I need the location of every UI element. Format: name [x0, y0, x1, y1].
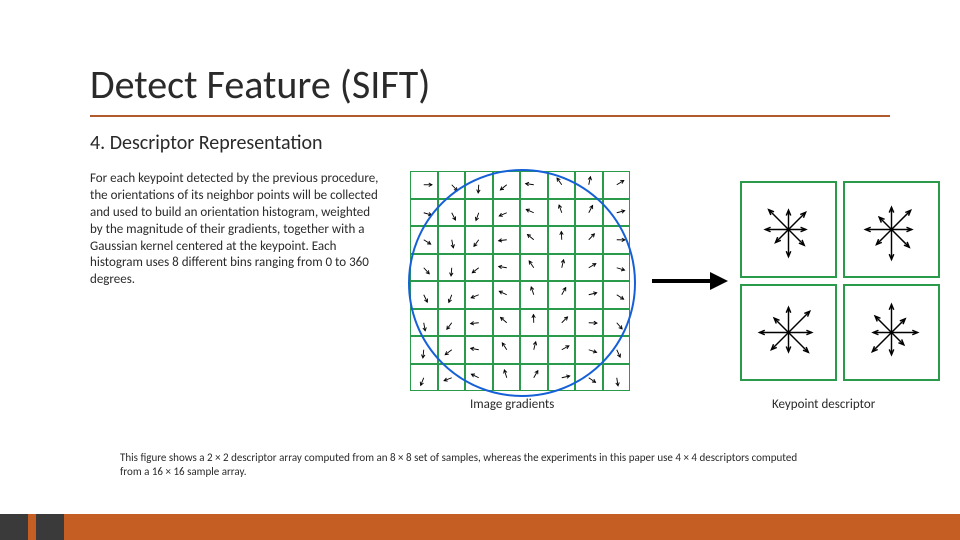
descriptor-cell	[843, 181, 940, 278]
content-row: For each keypoint detected by the previo…	[90, 171, 890, 401]
bar-accent-1	[0, 514, 28, 540]
paragraph: For each keypoint detected by the previo…	[90, 171, 380, 289]
descriptor-cell	[740, 181, 837, 278]
slide-subtitle: 4. Descriptor Representation	[90, 131, 890, 155]
footnote: This figure shows a 2 × 2 descriptor arr…	[120, 451, 820, 480]
keypoint-descriptor-grid	[740, 181, 940, 381]
gradient-cell	[410, 364, 438, 392]
caption-right: Keypoint descriptor	[772, 397, 875, 412]
caption-left: Image gradients	[470, 397, 554, 412]
gradient-cell	[603, 171, 631, 199]
bar-accent-2	[36, 514, 64, 540]
gradient-cell	[603, 364, 631, 392]
slide: Detect Feature (SIFT) 4. Descriptor Repr…	[0, 0, 960, 540]
figure: Image gradients Keypoint descriptor	[400, 171, 890, 401]
descriptor-cell	[843, 284, 940, 381]
descriptor-cell	[740, 284, 837, 381]
gaussian-circle	[408, 169, 636, 397]
arrow-icon	[650, 266, 730, 296]
slide-title: Detect Feature (SIFT)	[90, 60, 890, 109]
gradient-cell	[410, 171, 438, 199]
title-underline	[90, 115, 890, 117]
bottom-bar	[0, 514, 960, 540]
